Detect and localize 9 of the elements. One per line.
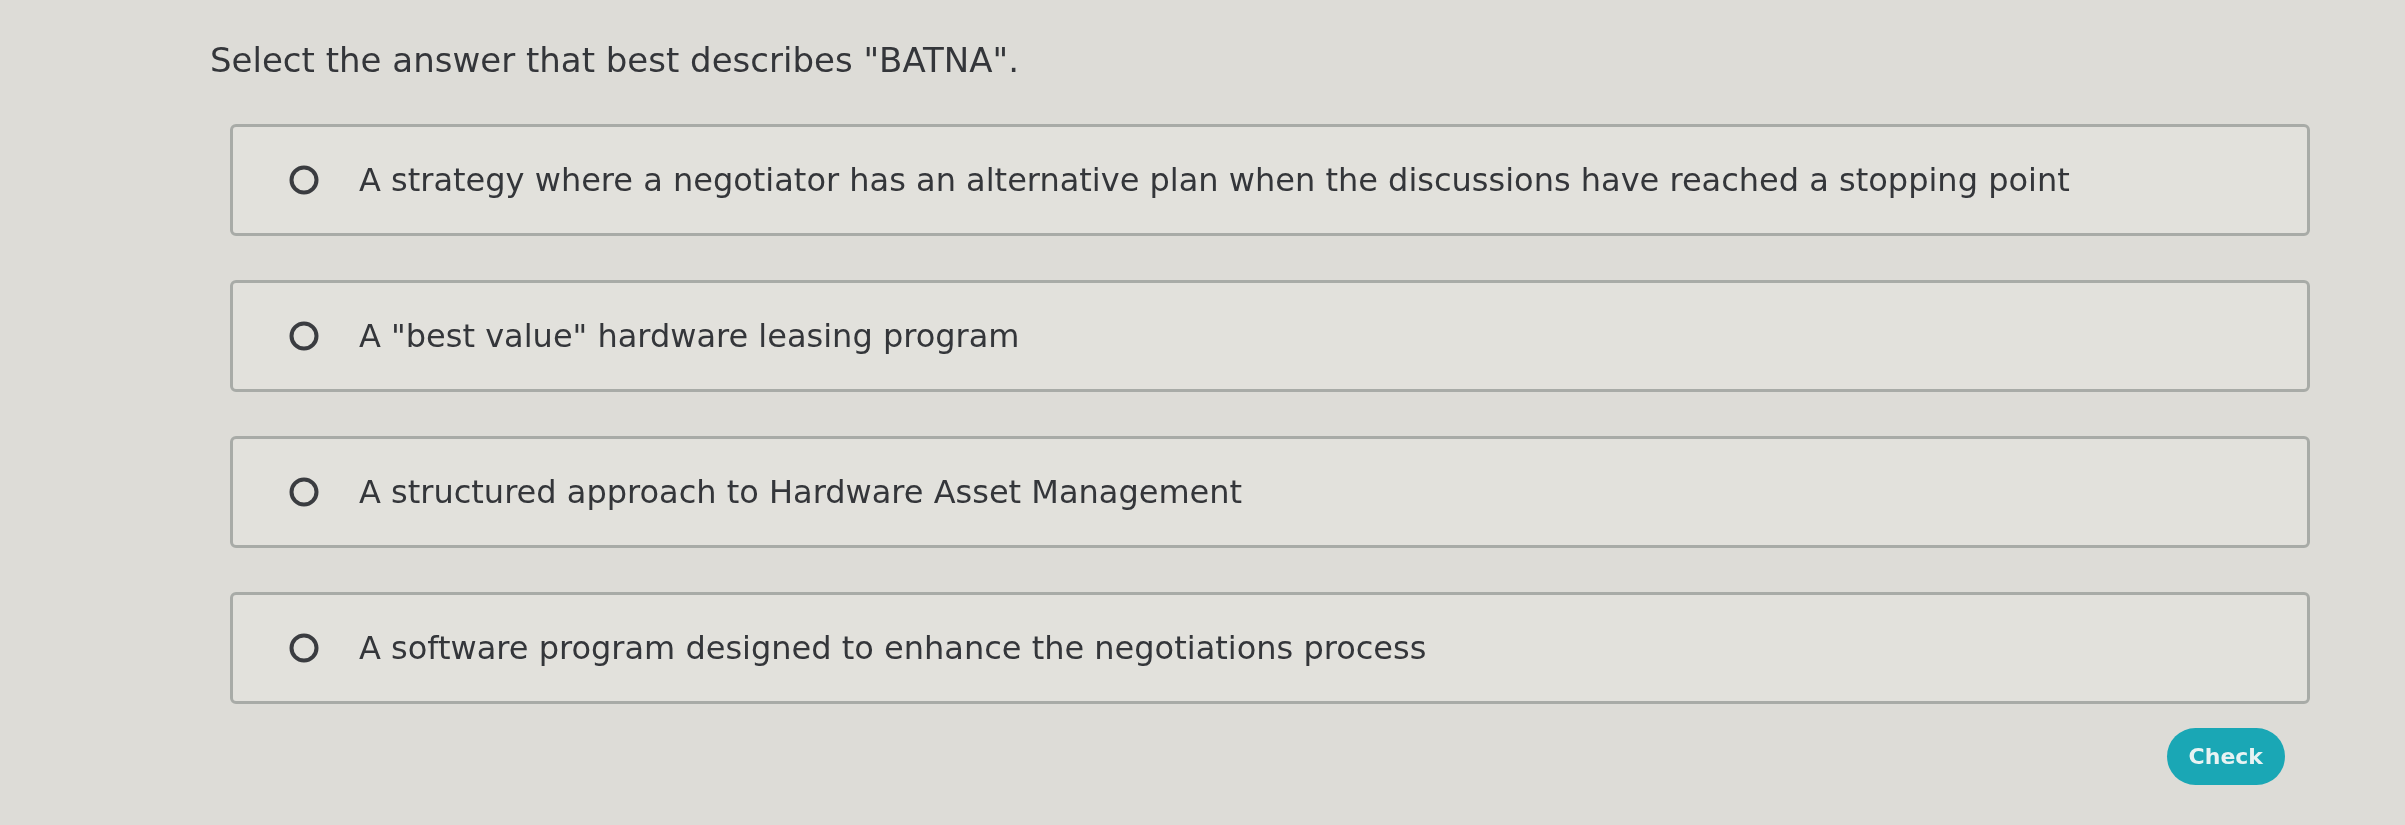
answer-option[interactable]: A strategy where a negotiator has an alternative plan when the discussions have reached a stopping point [230,124,2310,236]
radio-icon[interactable] [289,165,319,195]
radio-icon[interactable] [289,633,319,663]
radio-icon[interactable] [289,477,319,507]
answer-option[interactable]: A software program designed to enhance the negotiations process [230,592,2310,704]
answer-option[interactable]: A "best value" hardware leasing program [230,280,2310,392]
question-text: Select the answer that best describes "BATNA". [210,39,1019,82]
radio-icon[interactable] [289,321,319,351]
answer-option[interactable]: A structured approach to Hardware Asset Management [230,436,2310,548]
